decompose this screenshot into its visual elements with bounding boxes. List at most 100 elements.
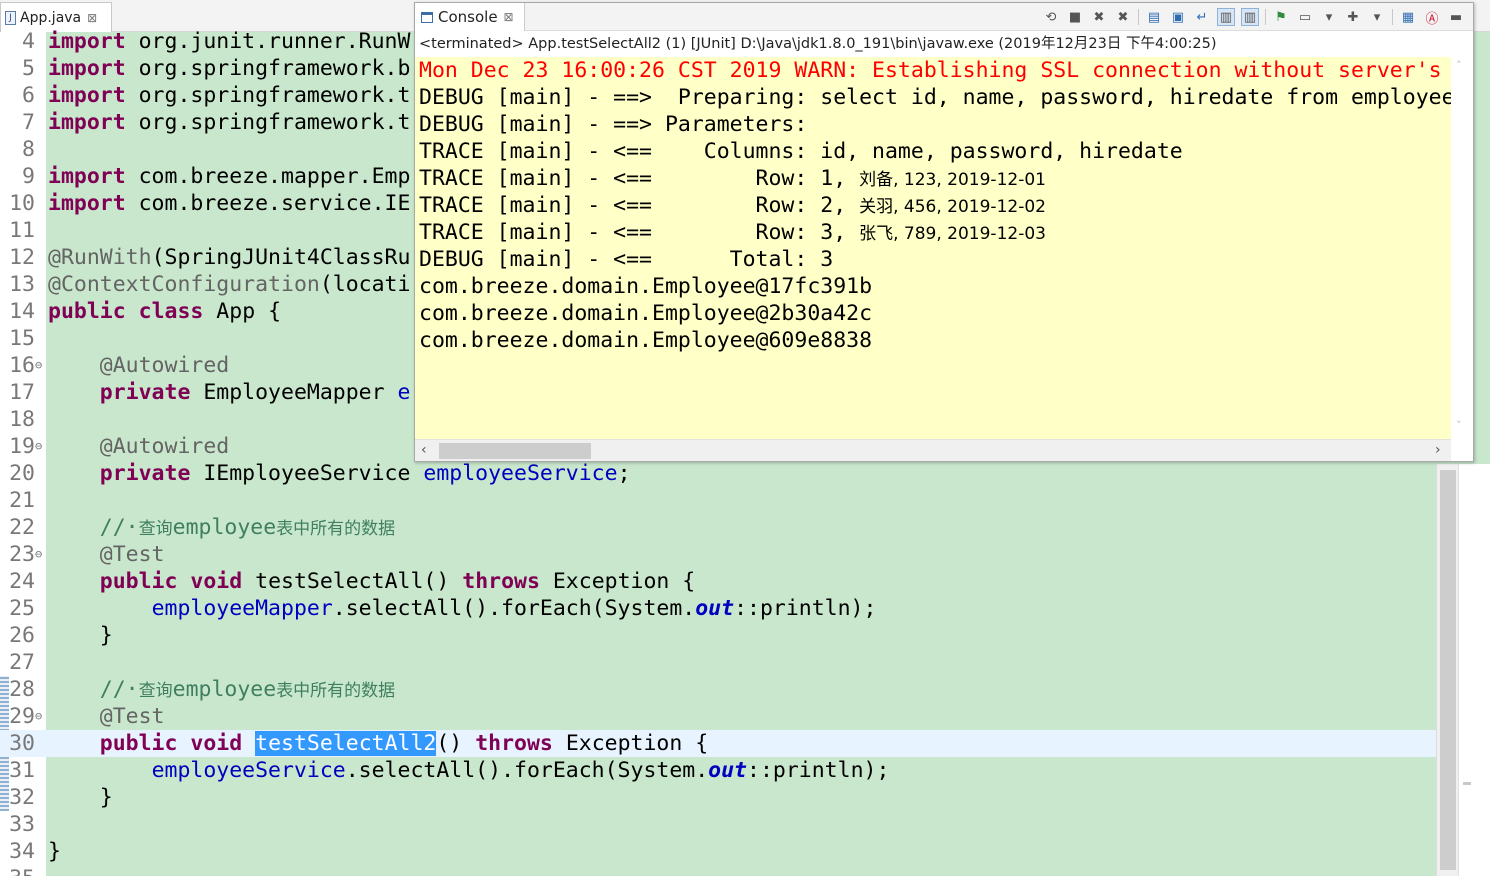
fold-toggle-icon[interactable]: ⊖	[35, 703, 42, 730]
scroll-up-icon[interactable]: ˄	[1456, 59, 1462, 72]
code-line[interactable]: 27	[0, 649, 1436, 676]
code-token: out	[695, 596, 735, 621]
console-line: DEBUG [main] - ==> Preparing: select id,…	[419, 84, 1451, 111]
code-token: //·	[99, 515, 139, 540]
scroll-right-icon[interactable]: ›	[1435, 442, 1441, 458]
overview-ruler[interactable]	[1458, 464, 1490, 876]
toggle-icon[interactable]: Ⓐ	[1423, 8, 1441, 27]
console-vertical-scrollbar[interactable]: ˄ ˅	[1451, 57, 1473, 439]
code-line[interactable]: 25 employeeMapper.selectAll().forEach(Sy…	[0, 595, 1436, 622]
line-number: 7	[22, 110, 35, 135]
console-tabbar: Console ⊠ ⟲ ■ ✖ ✖ ▤ ▣ ↵ ▥ ▥ ⚑ ▭ ▾ ✚ ▾ ▦ Ⓐ ▬	[415, 3, 1473, 31]
console-launch-status: <terminated> App.testSelectAll2 (1) [JUn…	[419, 36, 1217, 52]
code-text: import org.junit.runner.RunW	[48, 28, 410, 55]
console-text: DEBUG [main] - <== Total: 3	[419, 247, 834, 272]
code-line[interactable]: 20 private IEmployeeService employeeServ…	[0, 460, 1436, 487]
code-line[interactable]: 28 //·查询employee表中所有的数据	[0, 676, 1436, 703]
code-line[interactable]: 30 public void testSelectAll2() throws E…	[0, 730, 1436, 757]
code-text: @ContextConfiguration(locati	[48, 271, 410, 298]
overview-mark[interactable]	[1463, 782, 1471, 785]
editor-scroll-thumb[interactable]	[1440, 470, 1456, 870]
toolbar-separator	[1265, 9, 1266, 25]
code-token: //·	[99, 677, 139, 702]
remove-all-terminated-icon[interactable]: ✖	[1114, 8, 1132, 26]
code-token: employeeService	[151, 758, 346, 783]
code-line[interactable]: 32 }	[0, 784, 1436, 811]
code-line[interactable]: 35	[0, 865, 1436, 876]
code-token: employeeService	[423, 461, 618, 486]
code-line[interactable]: 21	[0, 487, 1436, 514]
close-icon[interactable]: ⊠	[504, 10, 514, 24]
line-number: 19	[9, 434, 35, 459]
code-line[interactable]: 34}	[0, 838, 1436, 865]
editor-tab-label: App.java	[20, 9, 82, 26]
code-line[interactable]: 29 ⊖ @Test	[0, 703, 1436, 730]
close-icon[interactable]: ⊠	[87, 11, 97, 25]
code-text: }	[48, 784, 113, 811]
code-token: employee	[172, 515, 277, 540]
line-number: 13	[9, 272, 35, 297]
tab-console[interactable]: Console ⊠	[415, 3, 525, 31]
console-scroll-thumb[interactable]	[439, 443, 591, 459]
console-toolbar: ⟲ ■ ✖ ✖ ▤ ▣ ↵ ▥ ▥ ⚑ ▭ ▾ ✚ ▾ ▦ Ⓐ ▬	[1042, 7, 1465, 27]
editor-vertical-scrollbar[interactable]	[1436, 464, 1458, 876]
pin-console-icon[interactable]: ⚑	[1272, 8, 1290, 26]
chevron-down-icon[interactable]: ▾	[1320, 8, 1338, 26]
junit-icon[interactable]: ▦	[1399, 8, 1417, 26]
scroll-down-icon[interactable]: ˅	[1456, 419, 1462, 432]
fold-toggle-icon[interactable]: ⊖	[35, 352, 42, 379]
code-token: import	[48, 83, 126, 108]
remove-launch-icon[interactable]: ✖	[1090, 8, 1108, 26]
line-number: 12	[9, 245, 35, 270]
terminate-icon[interactable]: ■	[1066, 8, 1084, 26]
code-line[interactable]: 26 }	[0, 622, 1436, 649]
console-tab-label: Console	[438, 8, 498, 26]
line-number: 22	[9, 515, 35, 540]
fold-toggle-icon[interactable]: ⊖	[35, 541, 42, 568]
code-token: public	[48, 299, 126, 324]
code-token: }	[48, 839, 61, 864]
show-on-stdout-icon[interactable]: ▥	[1217, 8, 1235, 26]
pin-icon[interactable]: ⟲	[1042, 8, 1060, 26]
fold-toggle-icon[interactable]: ⊖	[35, 433, 42, 460]
code-line[interactable]: 33	[0, 811, 1436, 838]
code-text: public void testSelectAll2() throws Exce…	[48, 730, 708, 757]
code-line[interactable]: 31 employeeService.selectAll().forEach(S…	[0, 757, 1436, 784]
minimize-icon[interactable]: ▬	[1447, 8, 1465, 26]
code-text: public class App {	[48, 298, 281, 325]
show-on-stderr-icon[interactable]: ▥	[1241, 8, 1259, 26]
code-token: ;	[617, 461, 631, 486]
console-text: TRACE [main] - <== Row: 1,	[419, 166, 860, 191]
code-line[interactable]: 22 //·查询employee表中所有的数据	[0, 514, 1436, 541]
code-line[interactable]: 24 public void testSelectAll() throws Ex…	[0, 568, 1436, 595]
code-token: public	[99, 569, 178, 594]
code-line[interactable]: 23 ⊖ @Test	[0, 541, 1436, 568]
console-horizontal-scrollbar[interactable]: ‹ ›	[415, 439, 1451, 461]
code-token: 查询	[138, 681, 173, 701]
console-text: DEBUG [main] - ==> Preparing: select id,…	[419, 85, 1451, 110]
line-number: 20	[9, 461, 35, 486]
code-token: void	[190, 569, 243, 594]
open-console-icon[interactable]: ✚	[1344, 8, 1362, 26]
chevron-down-icon[interactable]: ▾	[1368, 8, 1386, 26]
scroll-left-icon[interactable]: ‹	[421, 442, 427, 458]
code-token: Exception {	[552, 731, 709, 756]
line-number: 26	[9, 623, 35, 648]
java-file-icon: J	[5, 10, 16, 25]
line-number: 29	[9, 704, 35, 729]
toolbar-separator	[1138, 9, 1139, 25]
code-token: }	[48, 623, 113, 648]
scroll-lock-icon[interactable]: ▣	[1169, 8, 1187, 26]
display-selected-console-icon[interactable]: ▭	[1296, 8, 1314, 26]
code-token: throws	[462, 569, 540, 594]
word-wrap-icon[interactable]: ↵	[1193, 8, 1211, 26]
code-text: @Autowired	[48, 352, 229, 379]
clear-console-icon[interactable]: ▤	[1145, 8, 1163, 26]
console-line: com.breeze.domain.Employee@609e8838	[419, 327, 872, 354]
console-output[interactable]: Mon Dec 23 16:00:26 CST 2019 WARN: Estab…	[415, 57, 1451, 439]
